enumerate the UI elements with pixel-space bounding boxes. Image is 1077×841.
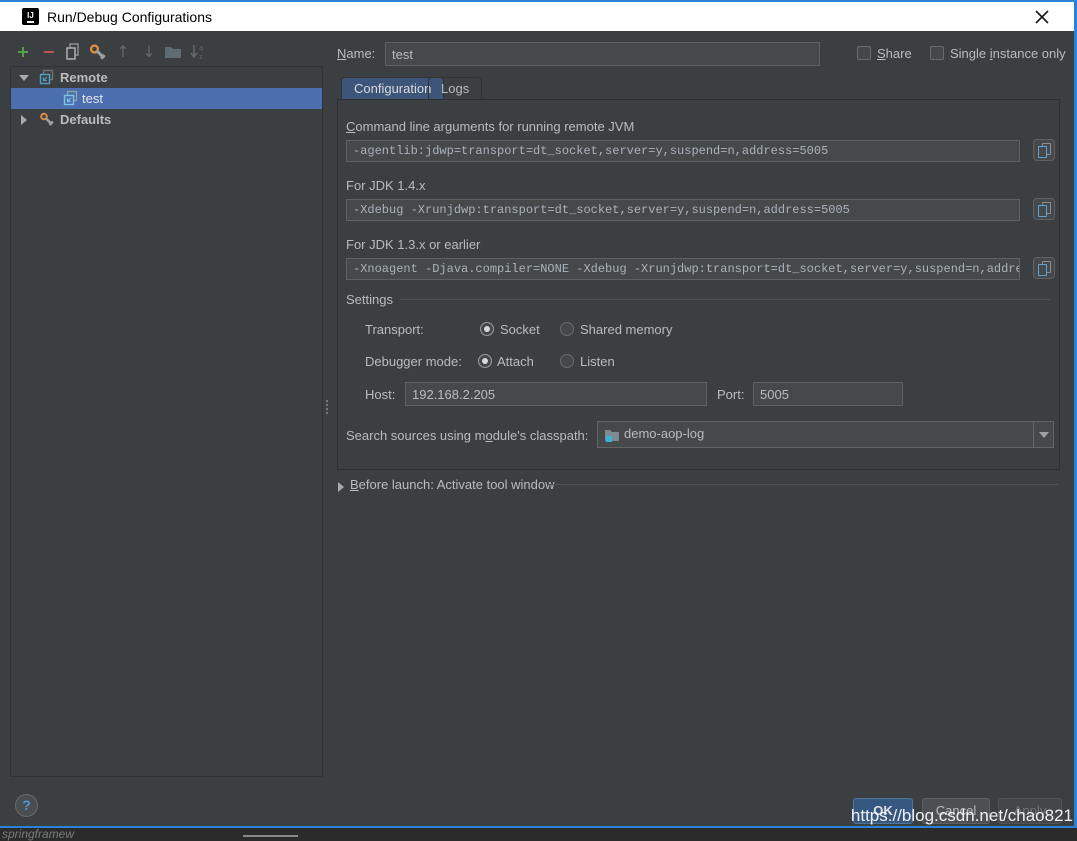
host-input[interactable]: [405, 382, 707, 406]
before-launch-label[interactable]: Before launch: Activate tool window: [350, 477, 555, 492]
csdn-watermark: https://blog.csdn.net/chao821: [851, 806, 1073, 826]
remote-configuration-icon: [63, 90, 79, 106]
background-ide-window: springframew: [0, 830, 1077, 838]
jdk13-field[interactable]: -Xnoagent -Djava.compiler=NONE -Xdebug -…: [346, 258, 1020, 280]
name-label: Name:: [337, 46, 375, 61]
debugger-listen-label: Listen: [580, 354, 615, 369]
edit-defaults-wrench-icon[interactable]: [88, 42, 108, 62]
jdk13-label: For JDK 1.3.x or earlier: [346, 237, 480, 252]
transport-shared-memory-label: Shared memory: [580, 322, 672, 337]
command-line-args-label: Command line arguments for running remot…: [346, 119, 634, 134]
name-input[interactable]: [385, 42, 820, 66]
chevron-right-icon[interactable]: [21, 115, 27, 125]
svg-text:a: a: [199, 44, 203, 52]
intellij-logo-icon: IJ: [22, 8, 39, 25]
help-button[interactable]: ?: [15, 794, 38, 817]
debugger-listen-radio[interactable]: [560, 354, 574, 368]
tree-item-remote-group[interactable]: Remote: [11, 67, 322, 88]
jdk14-field[interactable]: -Xdebug -Xrunjdwp:transport=dt_socket,se…: [346, 199, 1020, 221]
tree-item-label: Defaults: [60, 109, 111, 130]
move-up-icon[interactable]: ↑: [113, 42, 133, 62]
transport-label: Transport:: [365, 322, 424, 337]
remove-icon[interactable]: −: [39, 42, 59, 62]
transport-shared-memory-radio[interactable]: [560, 322, 574, 336]
defaults-wrench-icon: [39, 111, 55, 127]
tree-item-label: test: [82, 88, 103, 109]
add-icon[interactable]: +: [13, 42, 33, 62]
tree-item-defaults[interactable]: Defaults: [11, 109, 322, 130]
tree-item-label: Remote: [60, 67, 108, 88]
debugger-mode-label: Debugger mode:: [365, 354, 462, 369]
module-classpath-value: demo-aop-log: [624, 426, 704, 441]
module-classpath-select[interactable]: demo-aop-log: [597, 421, 1054, 448]
move-down-icon[interactable]: ↓: [139, 42, 159, 62]
host-label: Host:: [365, 387, 395, 402]
new-folder-icon[interactable]: [163, 42, 183, 62]
svg-text:z: z: [199, 53, 203, 61]
remote-configuration-icon: [39, 69, 55, 85]
copy-to-clipboard-icon[interactable]: [1033, 139, 1055, 161]
close-icon[interactable]: [1032, 7, 1052, 27]
transport-socket-label: Socket: [500, 322, 540, 337]
single-instance-label: Single instance only: [950, 46, 1066, 61]
single-instance-checkbox[interactable]: [930, 46, 944, 60]
copy-to-clipboard-icon[interactable]: [1033, 257, 1055, 279]
copy-to-clipboard-icon[interactable]: [1033, 198, 1055, 220]
settings-divider: [400, 299, 1050, 300]
search-sources-label: Search sources using module's classpath:: [346, 428, 588, 443]
share-checkbox[interactable]: [857, 46, 871, 60]
module-icon: [604, 427, 620, 443]
jdk14-label: For JDK 1.4.x: [346, 178, 425, 193]
copy-icon[interactable]: [63, 42, 83, 62]
tab-logs[interactable]: Logs: [428, 77, 482, 100]
port-label: Port:: [717, 387, 744, 402]
background-ide-text: springframew: [2, 827, 74, 841]
debugger-attach-label: Attach: [497, 354, 534, 369]
command-line-args-field[interactable]: -agentlib:jdwp=transport=dt_socket,serve…: [346, 140, 1020, 162]
configurations-tree: Remote test Defaults: [10, 66, 323, 777]
debugger-attach-radio[interactable]: [478, 354, 492, 368]
window-title: Run/Debug Configurations: [47, 9, 212, 25]
run-debug-configurations-dialog: IJ Run/Debug Configurations + − ↑ ↓ az R…: [0, 0, 1077, 828]
chevron-right-icon[interactable]: [338, 482, 344, 492]
background-ide-tab-edge: [243, 835, 298, 837]
chevron-down-icon[interactable]: [19, 75, 29, 81]
chevron-down-icon[interactable]: [1033, 422, 1053, 447]
settings-group-label: Settings: [346, 292, 393, 307]
transport-socket-radio[interactable]: [480, 322, 494, 336]
port-input[interactable]: [753, 382, 903, 406]
title-bar: IJ Run/Debug Configurations: [0, 2, 1074, 31]
before-launch-divider: [548, 484, 1058, 485]
tree-item-test[interactable]: test: [11, 88, 322, 109]
sort-alphabetically-icon[interactable]: az: [188, 42, 208, 62]
share-label: Share: [877, 46, 912, 61]
panel-splitter-handle[interactable]: [325, 398, 329, 424]
